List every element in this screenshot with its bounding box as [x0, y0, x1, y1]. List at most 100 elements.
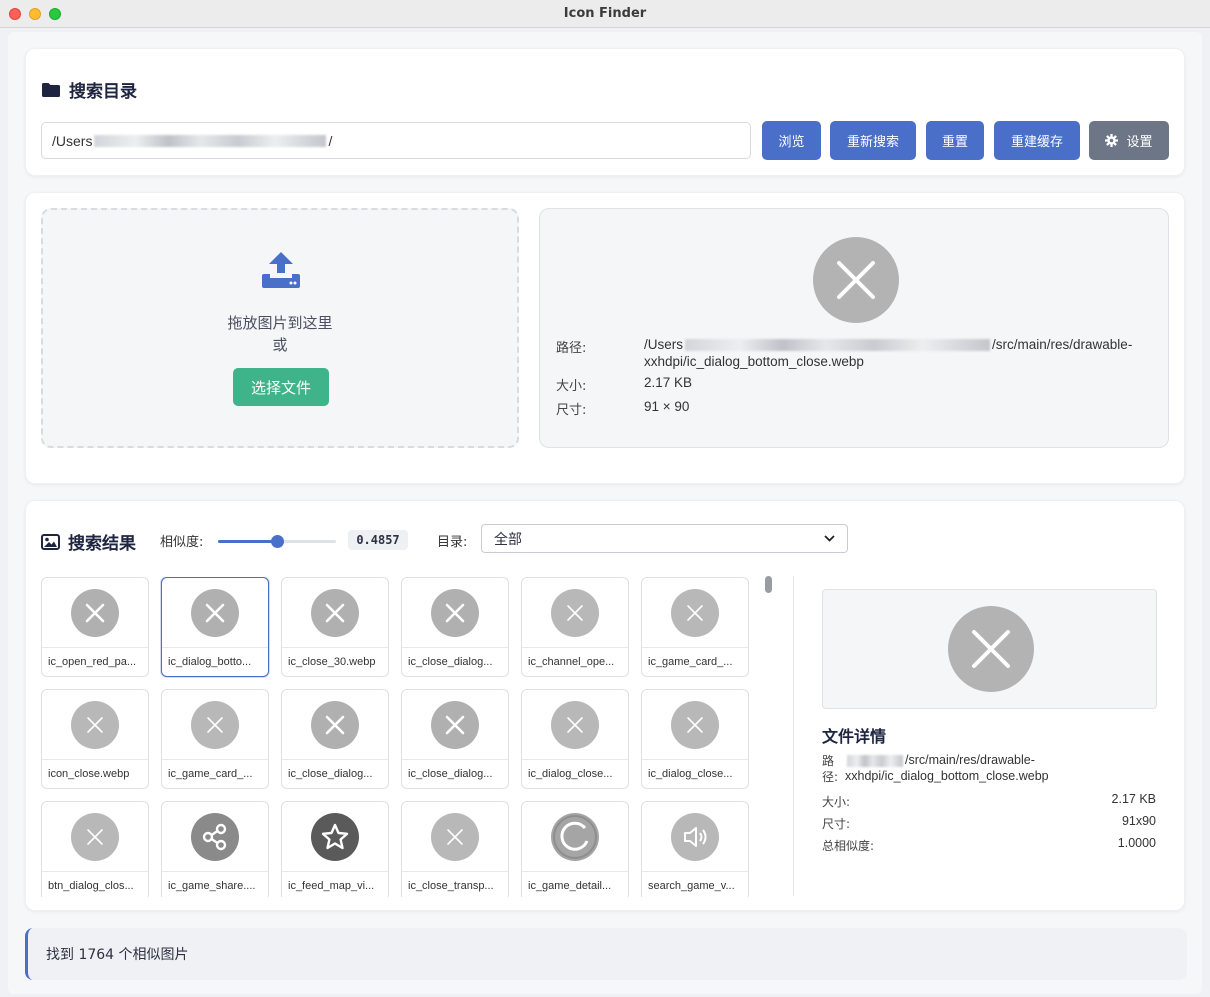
- query-dim-label: 尺寸:: [556, 403, 587, 418]
- refresh-icon: [551, 813, 599, 861]
- result-item[interactable]: ic_close_30.webp: [281, 577, 389, 677]
- image-icon: [41, 533, 60, 550]
- close-icon: [671, 589, 719, 637]
- detail-similarity-label: 总相似度:: [822, 839, 875, 853]
- result-item[interactable]: btn_dialog_clos...: [41, 801, 149, 897]
- results-divider: [793, 576, 794, 896]
- reset-button[interactable]: 重置: [926, 121, 984, 160]
- speaker-icon: [671, 813, 719, 861]
- window-titlebar: Icon Finder: [0, 0, 1210, 28]
- close-icon: [431, 589, 479, 637]
- result-filename: ic_game_detail...: [528, 880, 612, 892]
- detail-similarity-value: 1.0000: [1117, 836, 1156, 850]
- result-item[interactable]: ic_close_dialog...: [401, 577, 509, 677]
- result-item[interactable]: ic_game_card_...: [161, 689, 269, 789]
- results-grid: ic_open_red_pa... ic_dialog_botto... ic_cl…: [41, 577, 759, 897]
- star-icon: [311, 813, 359, 861]
- directory-select-value: 全部: [494, 531, 522, 548]
- result-filename: ic_dialog_close...: [648, 768, 733, 780]
- upload-card: 拖放图片到这里 或 选择文件 路径: /Users/src/main/res/d…: [25, 192, 1185, 484]
- status-text: 找到 1764 个相似图片: [46, 947, 189, 963]
- directory-path-prefix: /Users: [52, 132, 93, 149]
- detail-path-label: 路 径:: [822, 753, 838, 785]
- query-path-line2: xxhdpi/ic_dialog_bottom_close.webp: [644, 354, 864, 369]
- result-item[interactable]: ic_feed_map_vi...: [281, 801, 389, 897]
- result-item[interactable]: ic_open_red_pa...: [41, 577, 149, 677]
- similarity-slider-thumb[interactable]: [271, 535, 284, 548]
- share-icon: [191, 813, 239, 861]
- gear-icon: [1105, 134, 1119, 147]
- detail-dim-label: 尺寸:: [822, 817, 851, 831]
- result-thumbnail: [282, 690, 388, 760]
- query-size-value: 2.17 KB: [644, 375, 693, 390]
- result-filename: ic_game_share....: [168, 880, 256, 892]
- results-label: 搜索结果: [68, 534, 136, 554]
- result-thumbnail: [282, 802, 388, 872]
- detail-image-preview: [822, 589, 1157, 709]
- detail-path-label-2: 径:: [822, 770, 839, 784]
- redacted-path-segment: [847, 754, 903, 767]
- settings-button[interactable]: 设置: [1089, 121, 1169, 160]
- result-thumbnail: [162, 802, 268, 872]
- result-item[interactable]: ic_channel_ope...: [521, 577, 629, 677]
- query-dim-value: 91 × 90: [644, 399, 690, 414]
- result-filename: ic_close_dialog...: [408, 656, 493, 668]
- results-scroll-thumb[interactable]: [765, 576, 772, 593]
- result-item[interactable]: ic_game_detail...: [521, 801, 629, 897]
- results-title: 搜索结果: [41, 529, 136, 554]
- result-filename: ic_game_card_...: [648, 656, 733, 668]
- close-icon: [191, 589, 239, 637]
- close-icon: [972, 630, 1010, 668]
- detail-path-value: /src/main/res/drawable- xxhdpi/ic_dialog…: [845, 752, 1049, 784]
- result-item[interactable]: ic_close_dialog...: [401, 689, 509, 789]
- result-item[interactable]: ic_game_share....: [161, 801, 269, 897]
- result-item[interactable]: ic_dialog_close...: [521, 689, 629, 789]
- result-filename: search_game_v...: [648, 880, 735, 892]
- result-filename: ic_close_dialog...: [288, 768, 373, 780]
- close-icon: [71, 701, 119, 749]
- result-filename: btn_dialog_clos...: [48, 880, 134, 892]
- reset-button-label: 重置: [941, 135, 968, 150]
- result-item[interactable]: ic_dialog_botto...: [161, 577, 269, 677]
- close-icon: [311, 589, 359, 637]
- directory-select[interactable]: 全部: [481, 524, 848, 553]
- result-item[interactable]: ic_game_card_...: [641, 577, 749, 677]
- browse-button[interactable]: 浏览: [762, 121, 821, 160]
- search-directory-title: 搜索目录: [41, 77, 137, 102]
- choose-file-button[interactable]: 选择文件: [233, 368, 329, 406]
- close-icon: [431, 813, 479, 861]
- similarity-slider-fill: [218, 540, 277, 543]
- result-filename: ic_game_card_...: [168, 768, 253, 780]
- result-thumbnail: [642, 578, 748, 648]
- result-item[interactable]: ic_dialog_close...: [641, 689, 749, 789]
- close-icon: [71, 813, 119, 861]
- settings-button-label: 设置: [1126, 135, 1153, 150]
- or-text: 或: [272, 336, 288, 354]
- similarity-value: 0.4857: [348, 530, 408, 550]
- detail-path-suffix: /src/main/res/drawable-: [905, 753, 1035, 767]
- query-image-preview: [813, 237, 899, 323]
- query-path-prefix: /Users: [644, 337, 684, 352]
- detail-dim-value: 91x90: [1121, 814, 1156, 828]
- result-thumbnail: [162, 578, 268, 648]
- result-filename: ic_open_red_pa...: [48, 656, 137, 668]
- result-item[interactable]: ic_close_dialog...: [281, 689, 389, 789]
- rebuild-cache-button[interactable]: 重建缓存: [994, 121, 1080, 160]
- results-scrollbar[interactable]: [764, 576, 773, 896]
- research-button[interactable]: 重新搜索: [830, 121, 916, 160]
- app-content: 搜索目录 /Users / 浏览 重新搜索 重置 重建缓存 设置 拖放图片到这里…: [8, 32, 1202, 994]
- result-thumbnail: [402, 690, 508, 760]
- result-item[interactable]: ic_close_transp...: [401, 801, 509, 897]
- result-item[interactable]: search_game_v...: [641, 801, 749, 897]
- result-filename: ic_dialog_botto...: [168, 656, 252, 668]
- results-card: 搜索结果 相似度: 0.4857 目录: 全部 ic_open_red_pa..…: [25, 500, 1185, 911]
- directory-path-input[interactable]: /Users /: [41, 122, 751, 159]
- close-icon: [551, 701, 599, 749]
- query-preview-panel: 路径: /Users/src/main/res/drawable- xxhdpi…: [539, 208, 1169, 448]
- result-item[interactable]: icon_close.webp: [41, 689, 149, 789]
- close-icon: [431, 701, 479, 749]
- similarity-slider[interactable]: [218, 535, 336, 548]
- file-detail-title: 文件详情: [822, 727, 887, 746]
- image-dropzone[interactable]: 拖放图片到这里 或 选择文件: [41, 208, 519, 448]
- search-directory-label: 搜索目录: [69, 82, 137, 102]
